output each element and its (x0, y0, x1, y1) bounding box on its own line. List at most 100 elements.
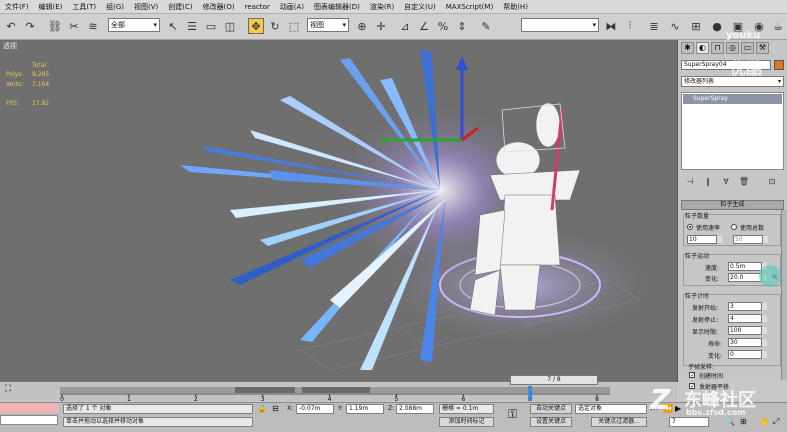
display-until-spinner[interactable]: 100 (728, 326, 767, 335)
absolute-mode-icon[interactable]: ⊟ (272, 404, 279, 413)
selection-filter-dropdown[interactable]: 全部 (108, 18, 160, 32)
angle-snap-icon[interactable]: ∠ (416, 18, 432, 34)
maximize-viewport-icon[interactable]: ⤢ (773, 417, 779, 427)
bind-spacewarp-icon[interactable]: ≋ (85, 18, 101, 34)
select-and-move-icon[interactable]: ✥ (248, 18, 264, 34)
menu-customize[interactable]: 自定义(U) (399, 2, 441, 12)
menu-animation[interactable]: 动画(A) (275, 2, 309, 12)
unlink-icon[interactable]: ✂ (66, 18, 82, 34)
play-icon[interactable]: ▶ (675, 404, 681, 413)
maxscript-listener[interactable] (0, 403, 58, 413)
link-icon[interactable]: ⛓ (47, 18, 63, 34)
curve-editor-icon[interactable]: ∿ (667, 18, 683, 34)
hierarchy-tab-icon[interactable]: ⊓ (711, 42, 724, 54)
selected-objects-dropdown[interactable]: 选定对象 (575, 404, 647, 414)
z-coordinate-field[interactable]: 2.088m (396, 404, 434, 414)
pivot-center-icon[interactable]: ⊕ (354, 18, 370, 34)
percent-snap-icon[interactable]: % (435, 18, 451, 34)
undo-icon[interactable]: ↶ (3, 18, 19, 34)
particle-quantity-title: 粒子数量 (685, 211, 710, 220)
zoom-all-icon[interactable]: ⊞ (740, 417, 747, 426)
variation-label: 变化: (705, 276, 720, 283)
life-variation-label: 变化: (708, 353, 723, 360)
life-variation-spinner[interactable]: 0 (728, 350, 767, 359)
menu-edit[interactable]: 编辑(E) (34, 2, 68, 12)
utilities-tab-icon[interactable]: ⚒ (756, 42, 769, 54)
configure-sets-icon[interactable]: ⊡ (766, 177, 778, 187)
make-unique-icon[interactable]: ∀ (720, 177, 732, 187)
display-tab-icon[interactable]: ▭ (741, 42, 754, 54)
use-rate-label: 使用速率 (696, 225, 721, 232)
reference-coord-dropdown[interactable]: 视图 (307, 18, 349, 32)
show-end-result-icon[interactable]: ‖ (702, 177, 714, 187)
stats-polys-value: 9,285 (32, 71, 50, 78)
rectangular-selection-icon[interactable]: ▭ (203, 18, 219, 34)
current-frame-marker[interactable] (528, 386, 533, 401)
menu-rendering[interactable]: 渲染(R) (365, 2, 399, 12)
motion-tab-icon[interactable]: ◎ (726, 42, 739, 54)
maxscript-mini-input[interactable] (0, 415, 58, 425)
emit-stop-spinner[interactable]: 4 (728, 314, 767, 323)
snap-toggle-icon[interactable]: ⊿ (397, 18, 413, 34)
add-time-tag-button[interactable]: 添加时间标记 (439, 417, 494, 427)
viewport-label[interactable]: 透视 (3, 41, 17, 51)
menu-modifiers[interactable]: 修改器(O) (198, 2, 240, 12)
select-and-rotate-icon[interactable]: ↻ (267, 18, 283, 34)
mirror-icon[interactable]: ⧓ (603, 18, 619, 34)
select-object-icon[interactable]: ↖ (165, 18, 181, 34)
creation-time-checkbox[interactable]: ✓ (689, 372, 695, 379)
menu-reactor[interactable]: reactor (240, 3, 275, 11)
align-icon[interactable]: ⫶ (622, 18, 638, 34)
auto-key-button[interactable]: 自动关键点 (530, 404, 572, 414)
menu-file[interactable]: 文件(F) (0, 2, 34, 12)
current-frame-field[interactable]: 7 (669, 417, 709, 427)
pan-view-icon[interactable]: ✋ (760, 417, 770, 426)
emit-start-spinner[interactable]: 3 (728, 302, 767, 311)
use-total-radio[interactable] (731, 224, 737, 230)
menu-help[interactable]: 帮助(H) (498, 2, 533, 12)
schematic-view-icon[interactable]: ⊞ (688, 18, 704, 34)
edit-named-selection-icon[interactable]: ✎ (478, 18, 494, 34)
menu-graph-editors[interactable]: 图表编辑器(D) (309, 2, 365, 12)
menu-tools[interactable]: 工具(T) (67, 2, 101, 12)
menu-maxscript[interactable]: MAXScript(M) (441, 3, 498, 11)
variation-spinner[interactable]: 20.0 (728, 273, 767, 282)
particle-generation-rollout[interactable]: 粒子生成 (681, 200, 784, 210)
use-rate-radio[interactable] (687, 224, 693, 230)
window-crossing-icon[interactable]: ◫ (222, 18, 238, 34)
material-editor-icon[interactable]: ● (709, 18, 725, 34)
set-key-button[interactable]: 设置关键点 (530, 417, 572, 427)
speed-spinner[interactable]: 0.5m (728, 262, 767, 271)
track-bar[interactable]: 012345678 (0, 386, 610, 401)
time-slider[interactable]: 7 / 8 (510, 375, 598, 385)
pin-stack-icon[interactable]: ⊣ (684, 177, 696, 187)
redo-icon[interactable]: ↷ (22, 18, 38, 34)
key-filters-button[interactable]: 关键点过滤器... (591, 417, 647, 427)
layer-manager-icon[interactable]: ≣ (646, 18, 662, 34)
selection-lock-icon[interactable]: 🔒 (257, 404, 267, 413)
y-coordinate-field[interactable]: 1.19m (346, 404, 384, 414)
perspective-viewport[interactable]: 透视 Total Polys: 9,285 Verts: 7,164 FPS: … (0, 40, 678, 382)
create-tab-icon[interactable]: ✱ (681, 42, 694, 54)
total-spinner[interactable]: 50 (733, 235, 768, 244)
menu-create[interactable]: 创建(C) (163, 2, 197, 12)
remove-modifier-icon[interactable]: 🗑 (738, 177, 750, 187)
named-selection-dropdown[interactable] (521, 18, 599, 32)
panel-scrollbar[interactable] (781, 210, 787, 380)
stack-item-superspray[interactable]: SuperSpray (683, 94, 782, 104)
spinner-snap-icon[interactable]: ⇕ (454, 18, 470, 34)
object-color-swatch[interactable] (774, 60, 784, 70)
menu-group[interactable]: 组(G) (101, 2, 129, 12)
modify-tab-icon[interactable]: ◐ (696, 42, 709, 54)
set-key-icon[interactable]: ⚿ (508, 407, 517, 422)
x-coordinate-field[interactable]: -0.07m (296, 404, 334, 414)
menu-views[interactable]: 视图(V) (129, 2, 163, 12)
select-by-name-icon[interactable]: ☰ (184, 18, 200, 34)
zoom-icon[interactable]: 🔍 (725, 417, 735, 426)
life-spinner[interactable]: 30 (728, 338, 767, 347)
viewport-scene (180, 50, 660, 371)
select-and-scale-icon[interactable]: ⬚ (286, 18, 302, 34)
select-manipulate-icon[interactable]: ✛ (373, 18, 389, 34)
rate-spinner[interactable]: 10 (687, 235, 722, 244)
quick-render-icon[interactable]: ☕ (770, 18, 786, 34)
